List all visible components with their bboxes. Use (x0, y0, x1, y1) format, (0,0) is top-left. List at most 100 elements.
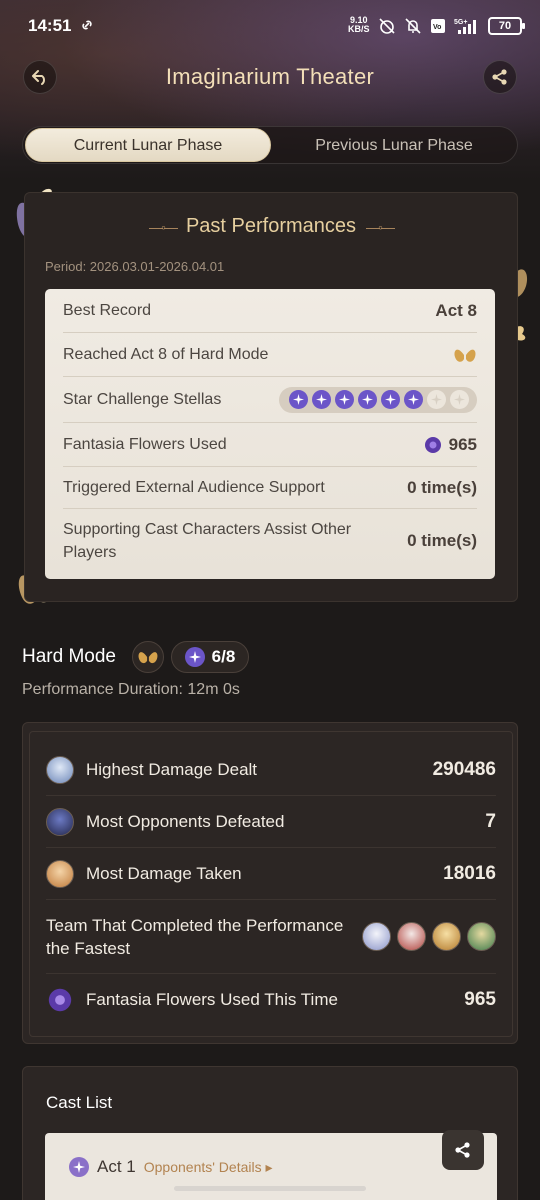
highest-damage-left: Highest Damage Dealt (46, 755, 258, 784)
performance-duration: Performance Duration: 12m 0s (22, 681, 240, 698)
hard-mode-title: Hard Mode (22, 646, 116, 667)
share-button[interactable] (483, 60, 517, 94)
page-title: Imaginarium Theater (165, 64, 375, 89)
tab-current-lunar-phase[interactable]: Current Lunar Phase (25, 128, 271, 162)
stella-earned-icon (335, 390, 354, 409)
butterfly-badge-icon (454, 349, 476, 362)
best-record-row: Best Record Act 8 (63, 289, 477, 333)
stella-earned-icon (289, 390, 308, 409)
butterfly-badge-icon (138, 652, 158, 664)
avatar (46, 859, 74, 888)
caret-right-icon: ▸ (265, 1158, 273, 1175)
fastest-team-label: Team That Completed the Performance the … (46, 915, 344, 958)
flowers-label: Fantasia Flowers Used (63, 435, 227, 453)
most-damage-taken-label: Most Damage Taken (86, 863, 242, 883)
most-defeated-value: 7 (485, 810, 496, 832)
record-panel: Best Record Act 8 Reached Act 8 of Hard … (45, 289, 495, 579)
stella-icon (69, 1157, 89, 1177)
most-damage-taken-row: Most Damage Taken 18016 (46, 848, 496, 900)
flowers-this-time-row: Fantasia Flowers Used This Time 965 (46, 974, 496, 1026)
signal-icon: 5G+ (454, 19, 476, 34)
reached-label: Reached Act 8 of Hard Mode (63, 345, 269, 363)
highest-damage-value: 290486 (432, 758, 496, 780)
assist-value: 0 time(s) (407, 531, 477, 550)
stats-inner: Highest Damage Dealt 290486 Most Opponen… (29, 731, 513, 1037)
most-defeated-label: Most Opponents Defeated (86, 811, 285, 831)
battery-icon: 70 (488, 17, 525, 35)
flowers-this-time-label: Fantasia Flowers Used This Time (86, 990, 338, 1009)
status-time: 14:51 (28, 16, 72, 35)
most-damage-taken-left: Most Damage Taken (46, 859, 242, 888)
flowers-value: 965 (448, 434, 477, 454)
fantasia-flower-icon (48, 988, 72, 1012)
stellas-row: Star Challenge Stellas (63, 377, 477, 423)
fantasia-flower-icon (424, 436, 441, 453)
team-member-avatar[interactable] (432, 922, 461, 951)
lunar-phase-tabs: Current Lunar Phase Previous Lunar Phase (22, 126, 518, 164)
tab-previous-lunar-phase[interactable]: Previous Lunar Phase (271, 127, 517, 165)
team-member-avatar[interactable] (467, 922, 496, 951)
stellas-label: Star Challenge Stellas (63, 390, 222, 408)
ornament-left-icon: —◦— (148, 218, 178, 235)
most-damage-taken-value: 18016 (443, 862, 496, 884)
stats-card: Highest Damage Dealt 290486 Most Opponen… (22, 722, 518, 1044)
network-speed-unit: KB/S (348, 24, 370, 34)
past-performances-card: —◦— Past Performances —◦— Period: 2026.03.… (24, 192, 518, 602)
flowers-value-wrap: 965 (423, 435, 477, 455)
most-defeated-row: Most Opponents Defeated 7 (46, 796, 496, 848)
past-performances-title: Past Performances (185, 215, 357, 237)
mute-bell-icon (405, 18, 421, 34)
volte-icon: Vo (431, 19, 445, 33)
opponents-details-link[interactable]: Opponents' Details ▸ (144, 1159, 273, 1176)
flowers-this-time-value: 965 (464, 989, 496, 1010)
stella-empty-icon (450, 390, 469, 409)
cast-list-title: Cast List (46, 1093, 113, 1112)
avatar (46, 807, 74, 836)
svg-text:Vo: Vo (433, 24, 441, 31)
best-record-value: Act 8 (435, 300, 477, 320)
hard-mode-butterfly-badge (132, 641, 164, 673)
fastest-team-row: Team That Completed the Performance the … (46, 900, 496, 974)
best-record-label: Best Record (63, 301, 152, 319)
stella-empty-icon (427, 390, 446, 409)
stella-icon (184, 647, 205, 667)
assist-row: Supporting Cast Characters Assist Other … (63, 509, 477, 573)
period-text: Period: 2026.03.01-2026.04.01 (45, 259, 225, 274)
home-indicator[interactable] (174, 1186, 366, 1191)
stella-earned-icon (404, 390, 423, 409)
ornament-right-icon: —◦— (366, 218, 395, 235)
external-support-value: 0 time(s) (407, 477, 477, 497)
avatar (46, 755, 74, 784)
stella-earned-icon (312, 390, 331, 409)
share-icon (455, 1142, 470, 1158)
act-label: Act 1 (97, 1157, 136, 1176)
fastest-team-avatars (362, 922, 496, 951)
link-icon (82, 20, 92, 30)
status-icons: Vo 5G+ 70 (378, 16, 525, 36)
external-support-label: Triggered External Audience Support (63, 478, 325, 496)
svg-text:5G+: 5G+ (454, 19, 467, 26)
highest-damage-row: Highest Damage Dealt 290486 (46, 744, 496, 796)
hard-mode-stars: 6/8 (211, 647, 236, 666)
stellas-bar (279, 386, 477, 413)
flowers-row: Fantasia Flowers Used 965 (63, 423, 477, 467)
most-defeated-left: Most Opponents Defeated (46, 807, 285, 836)
flowers-this-time-left: Fantasia Flowers Used This Time (46, 986, 338, 1014)
network-speed: 9.10 KB/S (348, 16, 370, 34)
share-icon (492, 69, 507, 85)
opponents-details-text: Opponents' Details (143, 1158, 262, 1175)
assist-label: Supporting Cast Characters Assist Other … (63, 521, 352, 561)
team-member-avatar[interactable] (362, 922, 391, 951)
floating-share-button[interactable] (442, 1130, 484, 1170)
external-support-row: Triggered External Audience Support 0 ti… (63, 467, 477, 509)
act-label-row: Act 1 Opponents' Details ▸ (69, 1157, 273, 1177)
stella-earned-icon (358, 390, 377, 409)
reached-row: Reached Act 8 of Hard Mode (63, 333, 477, 377)
stella-earned-icon (381, 390, 400, 409)
team-member-avatar[interactable] (397, 922, 426, 951)
status-bar: 14:51 9.10 KB/S Vo 5G+ 70 (0, 0, 540, 52)
highest-damage-label: Highest Damage Dealt (86, 759, 258, 779)
alarm-off-icon (379, 18, 395, 34)
hard-mode-stars-badge: 6/8 (171, 641, 249, 673)
past-performances-heading: —◦— Past Performances —◦— (25, 215, 517, 238)
